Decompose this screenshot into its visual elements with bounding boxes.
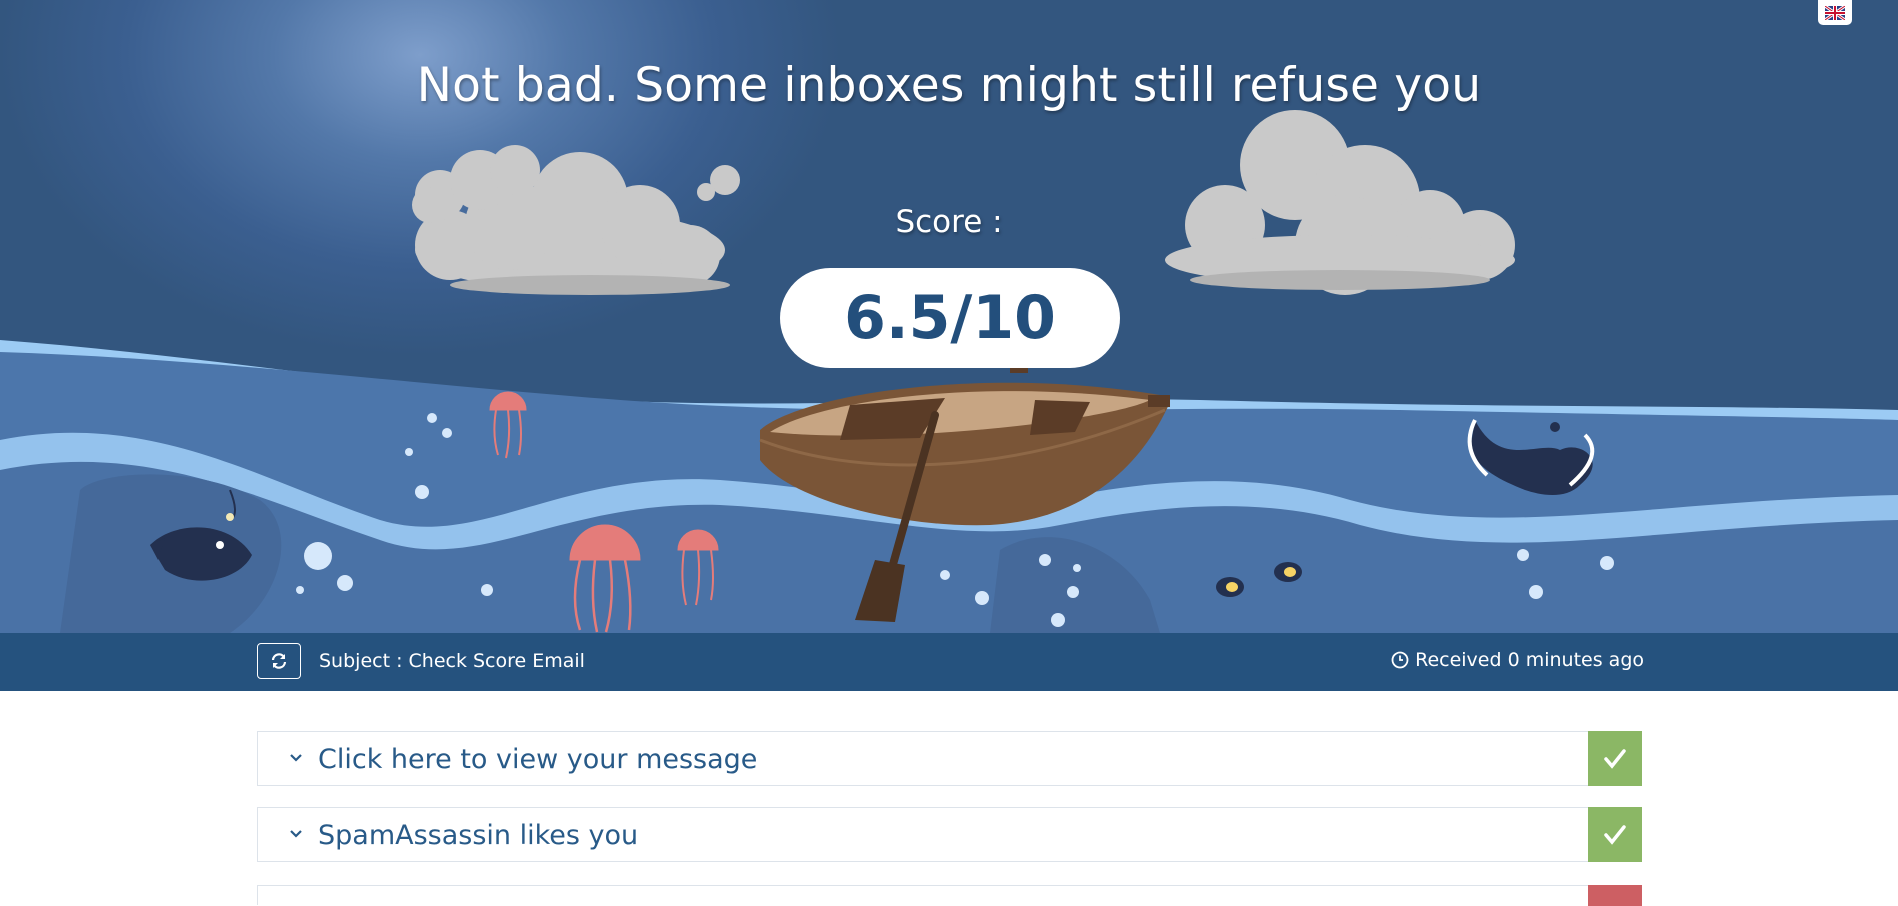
refresh-icon [271,653,287,669]
check-spamassassin[interactable]: SpamAssassin likes you [257,807,1642,862]
email-subject: Subject : Check Score Email [319,650,585,672]
cloud-right [1165,110,1515,295]
check-third[interactable] [257,885,1642,906]
refresh-button[interactable] [257,643,301,679]
hero-banner: Not bad. Some inboxes might still refuse… [0,0,1898,633]
chevron-down-icon [290,830,302,838]
result-headline: Not bad. Some inboxes might still refuse… [416,58,1482,113]
status-pass [1588,731,1642,786]
received-text: Received 0 minutes ago [1415,649,1644,671]
check-label: Click here to view your message [318,744,758,775]
score-value: 6.5/10 [844,283,1056,353]
check-view-message[interactable]: Click here to view your message [257,731,1642,786]
received-time: Received 0 minutes ago [1391,649,1644,671]
language-selector[interactable] [1818,0,1852,25]
checkmark-icon [1604,824,1626,845]
subject-bar: Subject : Check Score Email Received 0 m… [0,633,1898,691]
check-label: SpamAssassin likes you [318,820,639,851]
score-badge: 6.5/10 [780,268,1120,368]
clock-icon [1391,651,1409,669]
chevron-down-icon [290,754,302,762]
status-fail [1588,885,1642,906]
checkmark-icon [1604,748,1626,769]
status-pass [1588,807,1642,862]
score-label: Score : [895,204,1003,240]
uk-flag-icon [1825,5,1845,20]
